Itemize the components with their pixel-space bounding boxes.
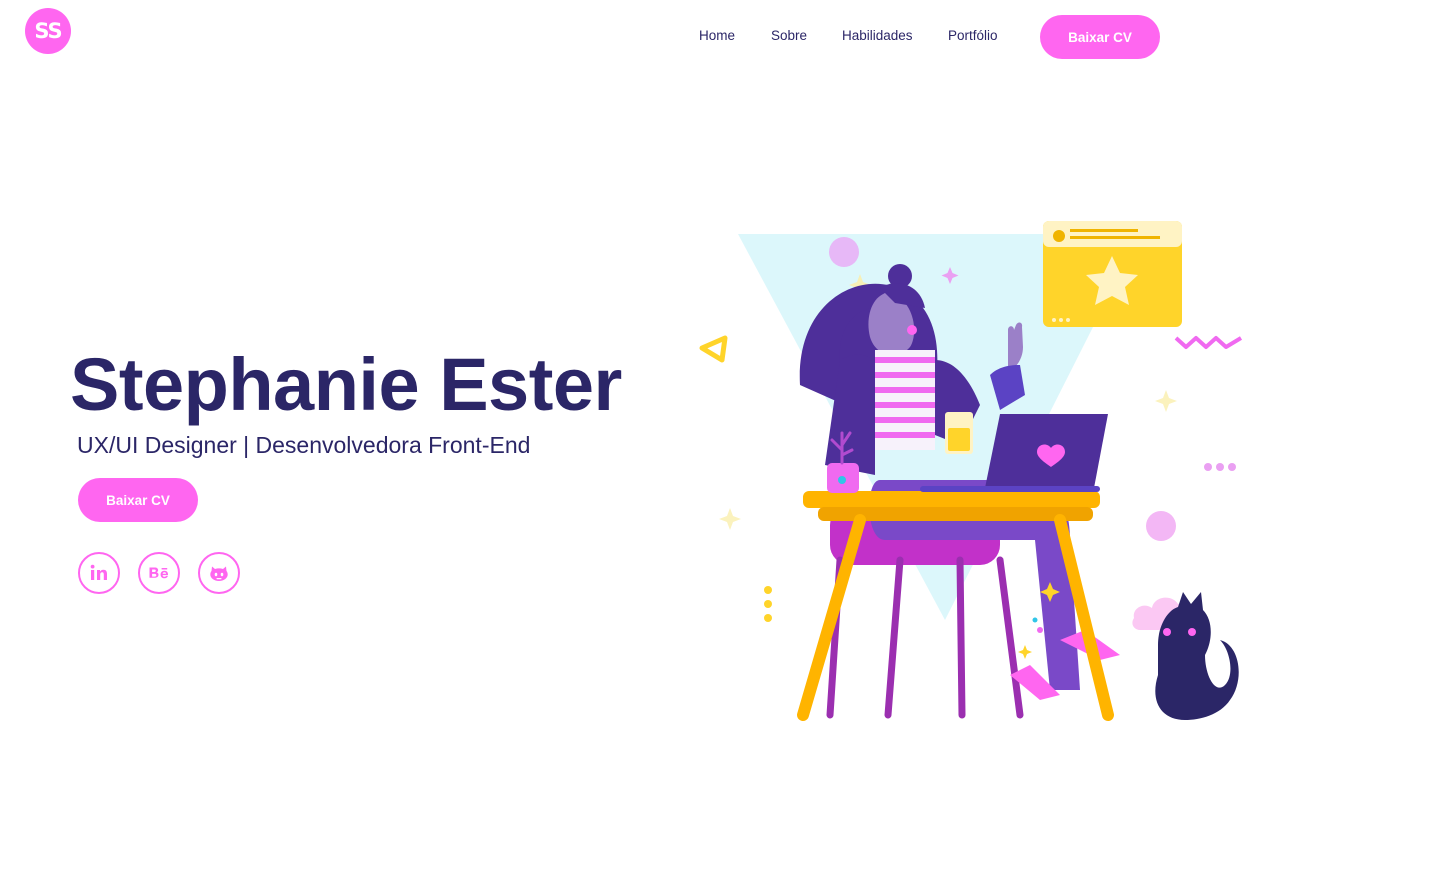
linkedin-icon <box>90 564 107 580</box>
triangle-outline-icon <box>699 335 728 363</box>
nav-link-habilidades[interactable]: Habilidades <box>842 28 913 43</box>
sparkle-icon <box>719 508 741 530</box>
nav-link-sobre[interactable]: Sobre <box>771 28 807 43</box>
github-icon <box>210 566 228 581</box>
github-link[interactable] <box>198 552 240 594</box>
nav-link-home[interactable]: Home <box>699 28 735 43</box>
hero-subtitle: UX/UI Designer | Desenvolvedora Front-En… <box>77 432 531 458</box>
browser-window-graphic <box>1043 221 1182 327</box>
logo[interactable]: SS <box>25 8 71 54</box>
sparkle-icon <box>1155 390 1177 412</box>
zigzag-icon <box>1174 336 1243 349</box>
deco-circle <box>829 237 859 267</box>
nav-download-cv-button[interactable]: Baixar CV <box>1040 15 1160 59</box>
nav-link-portfolio[interactable]: Portfólio <box>948 28 998 43</box>
behance-icon <box>149 567 169 579</box>
hero-illustration <box>699 221 1243 721</box>
hero-name: Stephanie Ester <box>70 343 622 426</box>
behance-link[interactable] <box>138 552 180 594</box>
cup-graphic <box>945 412 973 454</box>
deco-circle <box>1146 511 1176 541</box>
hero-download-cv-button[interactable]: Baixar CV <box>78 478 198 522</box>
linkedin-link[interactable] <box>78 552 120 594</box>
